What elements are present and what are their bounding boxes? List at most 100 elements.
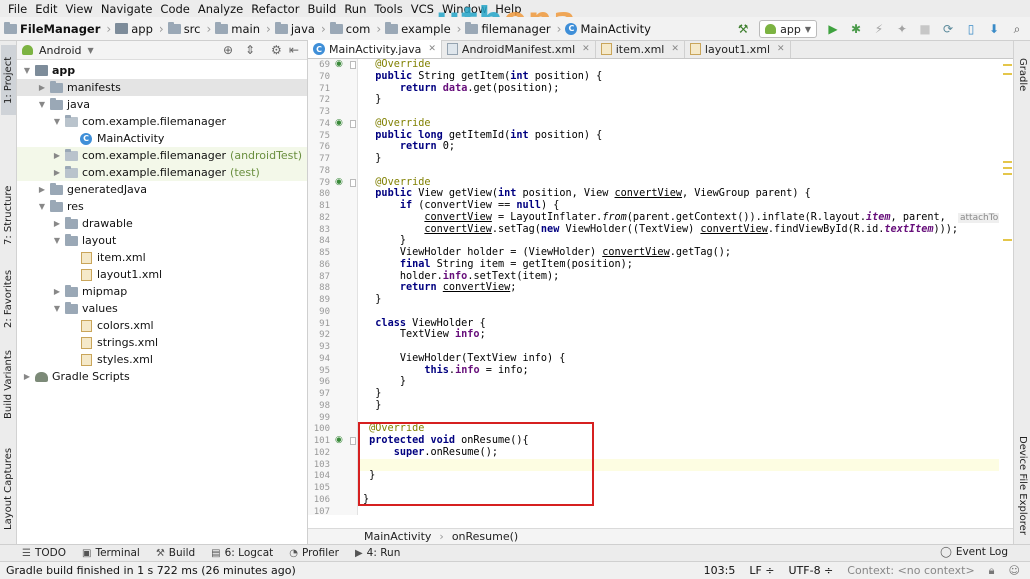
line-number[interactable]: 82 <box>308 213 330 223</box>
chevron-down-icon[interactable]: ▼ <box>36 202 48 211</box>
line-number[interactable]: 77 <box>308 154 330 164</box>
run-icon[interactable]: ▶ <box>826 22 840 36</box>
code-line[interactable]: } <box>375 235 406 246</box>
tree-item[interactable]: ▶ manifests <box>17 79 307 96</box>
tree-item[interactable]: strings.xml <box>17 334 307 351</box>
line-number[interactable]: 102 <box>308 448 330 458</box>
menu-run[interactable]: Run <box>340 2 370 16</box>
code-line[interactable]: @Override <box>375 118 430 129</box>
line-number[interactable]: 74 <box>308 119 330 129</box>
line-number[interactable]: 93 <box>308 342 330 352</box>
editor-tab[interactable]: AndroidManifest.xml ✕ <box>442 40 596 58</box>
code-line[interactable]: } <box>375 388 381 399</box>
code-line[interactable]: return convertView; <box>375 282 517 293</box>
code-line[interactable]: convertView = LayoutInflater.from(parent… <box>375 212 999 223</box>
tool-tab-device-file-explorer[interactable]: Device File Explorer <box>1015 429 1030 541</box>
run-configuration-select[interactable]: app ▼ <box>759 20 817 38</box>
line-number[interactable]: 94 <box>308 354 330 364</box>
chevron-down-icon[interactable]: ▼ <box>51 304 63 313</box>
hide-panel-icon[interactable]: ⇤ <box>289 43 299 57</box>
chevron-down-icon[interactable]: ▼ <box>51 117 63 126</box>
collapse-all-icon[interactable]: ⇕ <box>245 43 255 57</box>
bottom-tool-6-logcat[interactable]: ▤ 6: Logcat <box>211 547 273 559</box>
warning-stripe[interactable] <box>1003 167 1012 169</box>
tree-item[interactable]: item.xml <box>17 249 307 266</box>
warning-stripe[interactable] <box>1003 239 1012 241</box>
line-number[interactable]: 81 <box>308 201 330 211</box>
editor-crumb-method[interactable]: onResume() <box>452 530 518 543</box>
tree-item[interactable]: ▶ generatedJava <box>17 181 307 198</box>
avd-manager-icon[interactable]: ▯ <box>964 22 978 36</box>
event-log-button[interactable]: ◯ Event Log <box>940 546 1008 558</box>
bottom-tool-build[interactable]: ⚒ Build <box>156 547 195 559</box>
line-number[interactable]: 106 <box>308 495 330 505</box>
line-number[interactable]: 92 <box>308 330 330 340</box>
tree-item[interactable]: ▶ drawable <box>17 215 307 232</box>
chevron-right-icon[interactable]: ▶ <box>51 168 63 177</box>
editor-scrollbar[interactable] <box>1001 59 1013 515</box>
implements-method-icon[interactable]: ◉ <box>335 177 344 187</box>
gear-icon[interactable]: ⚙ <box>271 43 282 57</box>
chevron-down-icon[interactable]: ▼ <box>51 236 63 245</box>
code-line[interactable]: public View getView(int position, View c… <box>375 188 811 199</box>
implements-method-icon[interactable]: ◉ <box>335 118 344 128</box>
tool-tab-project[interactable]: 1: Project <box>1 45 16 115</box>
bottom-tool-todo[interactable]: ☰ TODO <box>22 547 66 559</box>
line-number[interactable]: 107 <box>308 507 330 516</box>
chevron-right-icon[interactable]: ▶ <box>51 219 63 228</box>
tree-item[interactable]: ▶ mipmap <box>17 283 307 300</box>
code-line[interactable]: ViewHolder holder = (ViewHolder) convert… <box>375 247 731 258</box>
code-line[interactable]: final String item = getItem(position); <box>375 259 633 270</box>
breadcrumb-item[interactable]: src › <box>167 21 211 36</box>
fold-marker-icon[interactable] <box>350 119 356 128</box>
line-number[interactable]: 105 <box>308 483 330 493</box>
code-line[interactable]: } <box>375 153 381 164</box>
inspector-icon[interactable]: ☺︎ <box>1009 564 1020 578</box>
file-encoding[interactable]: UTF-8 ÷ <box>789 564 834 578</box>
line-separator[interactable]: LF ÷ <box>749 564 774 578</box>
search-everywhere-icon[interactable]: ⌕ <box>1010 22 1024 36</box>
line-number[interactable]: 84 <box>308 236 330 246</box>
line-number[interactable]: 96 <box>308 377 330 387</box>
menu-edit[interactable]: Edit <box>31 2 61 16</box>
breadcrumb-item[interactable]: java › <box>274 21 326 36</box>
code-line[interactable]: } <box>375 294 381 305</box>
warning-stripe[interactable] <box>1003 64 1012 66</box>
tree-item[interactable]: ▼ java <box>17 96 307 113</box>
breadcrumb-item[interactable]: filemanager › <box>465 21 561 36</box>
chevron-right-icon[interactable]: ▶ <box>21 372 33 381</box>
line-number[interactable]: 70 <box>308 72 330 82</box>
code-line[interactable]: } <box>375 376 406 387</box>
code-line[interactable]: class ViewHolder { <box>375 318 485 329</box>
code-line[interactable]: @Override <box>375 177 430 188</box>
code-line[interactable]: return data.get(position); <box>375 83 560 94</box>
bottom-tool-profiler[interactable]: ◔ Profiler <box>289 547 339 559</box>
stop-icon[interactable]: ■ <box>918 22 932 36</box>
line-number[interactable]: 80 <box>308 189 330 199</box>
code-line[interactable]: convertView.setTag(new ViewHolder((TextV… <box>375 224 958 235</box>
fold-marker-icon[interactable] <box>350 437 356 445</box>
scroll-from-source-icon[interactable]: ⊕ <box>223 43 233 57</box>
code-line[interactable]: public String getItem(int position) { <box>375 71 602 82</box>
line-number[interactable]: 90 <box>308 307 330 317</box>
menu-navigate[interactable]: Navigate <box>97 2 157 16</box>
tool-tab-build-variants[interactable]: Build Variants <box>1 345 16 425</box>
line-number[interactable]: 89 <box>308 295 330 305</box>
line-number[interactable]: 88 <box>308 283 330 293</box>
chevron-right-icon[interactable]: ▶ <box>51 151 63 160</box>
code-line[interactable]: this.info = info; <box>375 365 528 376</box>
code-line[interactable]: } <box>375 94 381 105</box>
code-line[interactable]: @Override <box>375 59 430 70</box>
line-number[interactable]: 100 <box>308 424 330 434</box>
tool-tab-structure[interactable]: 7: Structure <box>1 175 16 255</box>
line-number[interactable]: 99 <box>308 413 330 423</box>
code-line[interactable]: public long getItemId(int position) { <box>375 130 602 141</box>
tree-item[interactable]: ▼ com.example.filemanager <box>17 113 307 130</box>
editor-tab[interactable]: C MainActivity.java ✕ <box>308 40 442 58</box>
fold-marker-icon[interactable] <box>350 61 356 69</box>
editor-tab[interactable]: layout1.xml ✕ <box>685 40 791 58</box>
line-number[interactable]: 87 <box>308 272 330 282</box>
breadcrumb-item[interactable]: example › <box>385 21 461 36</box>
caret-position[interactable]: 103:5 <box>704 564 736 578</box>
hammer-icon[interactable]: ⚒ <box>736 22 750 36</box>
